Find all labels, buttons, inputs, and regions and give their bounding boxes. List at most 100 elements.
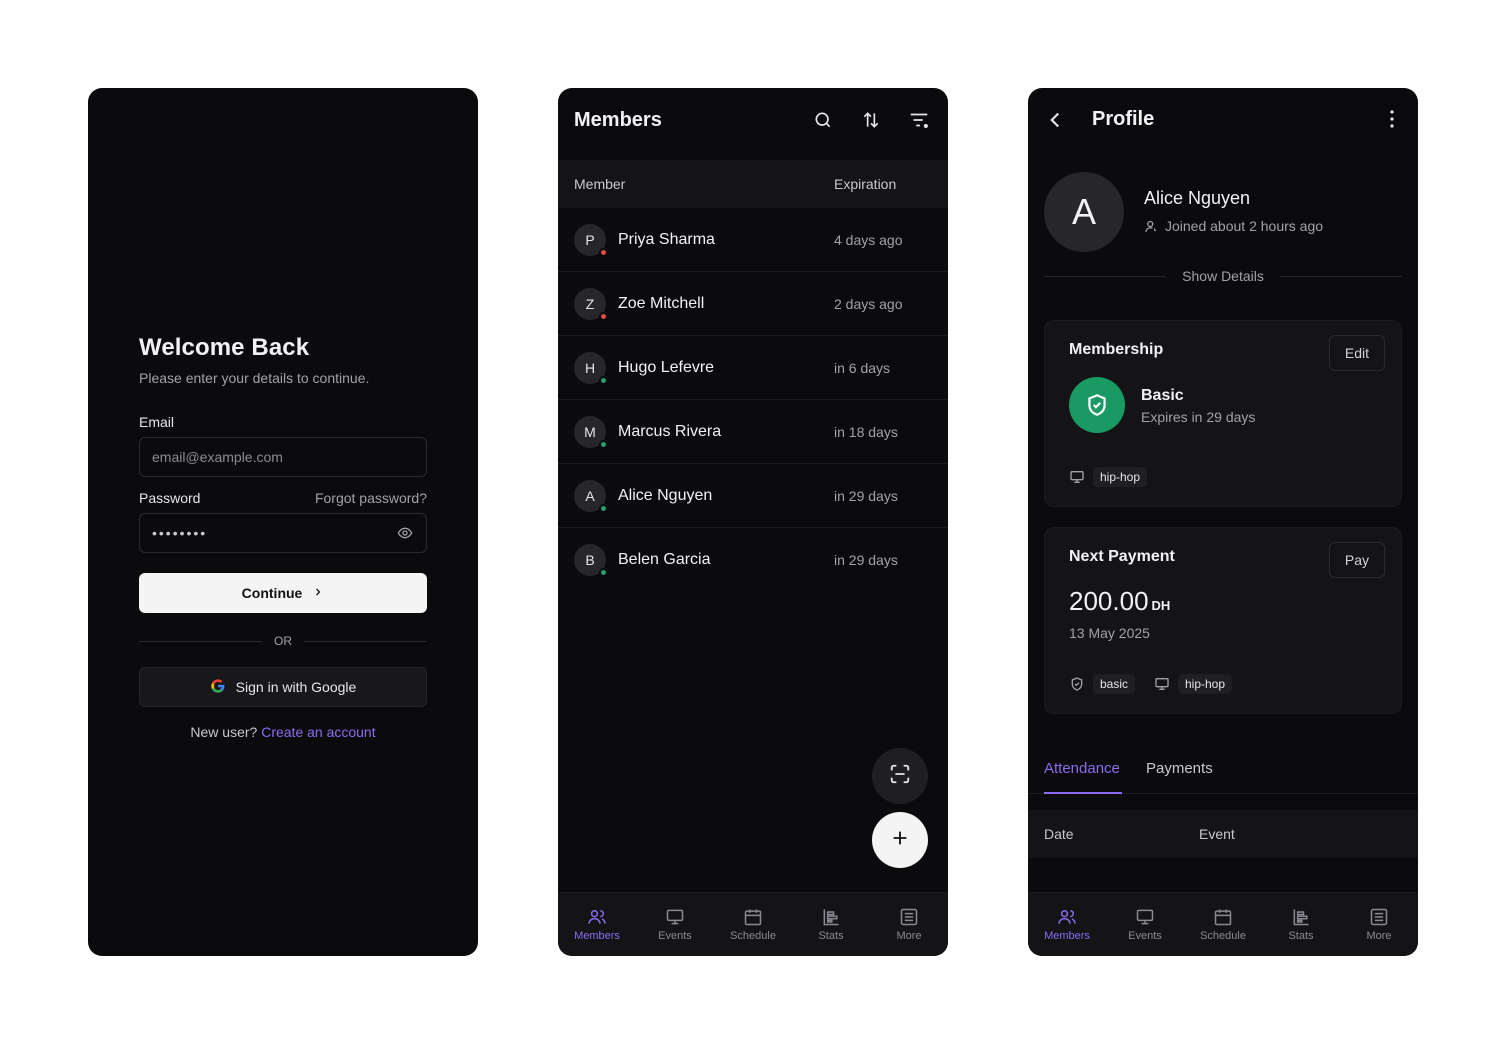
event-tag: hip-hop [1154,674,1233,694]
create-account-link[interactable]: Create an account [261,724,375,740]
add-member-button[interactable] [872,812,928,868]
table-row[interactable]: Z Zoe Mitchell 2 days ago [558,272,948,336]
nav-label: Members [574,930,620,942]
joined-info: Joined about 2 hours ago [1144,218,1323,234]
nav-more[interactable]: More [870,893,948,956]
nav-events[interactable]: Events [636,893,714,956]
profile-name: Alice Nguyen [1144,188,1251,208]
payment-currency: DH [1151,598,1171,613]
users-icon [1058,910,1076,924]
table-row[interactable]: M Marcus Rivera in 18 days [558,400,948,464]
event-tag-label: hip-hop [1093,467,1148,487]
column-member[interactable]: Member [574,176,625,192]
calendar-icon [1214,909,1232,926]
nav-schedule[interactable]: Schedule [1184,893,1262,956]
active-tab-indicator [1044,792,1122,794]
shield-icon [1071,677,1083,691]
calendar-icon [744,909,762,926]
nav-stats[interactable]: Stats [792,893,870,956]
sort-icon[interactable] [858,107,884,133]
payment-card: Next Payment Pay 200.00 DH 13 May 2025 ba… [1044,527,1402,714]
monitor-icon [1155,678,1169,690]
forgot-password-link[interactable]: Forgot password? [315,490,427,506]
member-name: Priya Sharma [618,230,715,248]
column-date[interactable]: Date [1044,826,1074,842]
nav-members[interactable]: Members [1028,893,1106,956]
or-divider: OR [139,634,427,648]
table-row[interactable]: H Hugo Lefevre in 6 days [558,336,948,400]
nav-schedule[interactable]: Schedule [714,893,792,956]
email-placeholder: email@example.com [152,449,283,465]
status-dot [599,439,608,449]
table-row[interactable]: A Alice Nguyen in 29 days [558,464,948,528]
members-list: P Priya Sharma 4 days ago Z Zoe Mitchell… [558,208,948,592]
nav-label: More [1366,930,1392,942]
password-row: Password Forgot password? [139,490,427,506]
member-expiration: in 29 days [834,487,898,504]
google-signin-label: Sign in with Google [235,679,357,695]
edit-button[interactable]: Edit [1328,335,1385,371]
member-expiration: in 29 days [834,552,898,568]
members-table-header: Member Expiration [558,160,948,208]
filter-icon[interactable] [906,107,932,133]
column-event[interactable]: Event [1199,826,1235,842]
table-row[interactable]: P Priya Sharma 4 days ago [558,208,948,272]
list-icon [1370,908,1388,926]
google-icon [210,678,226,697]
password-field[interactable]: •••••••• [139,513,427,553]
plan-expiration: Expires in 29 days [1141,409,1256,425]
avatar: A [1044,172,1124,252]
status-dot [599,375,608,385]
google-signin-button[interactable]: Sign in with Google [139,667,427,707]
nav-label: Stats [818,930,844,942]
nav-stats[interactable]: Stats [1262,893,1340,956]
email-field[interactable]: email@example.com [139,437,427,477]
continue-label: Continue [241,585,303,601]
nav-members[interactable]: Members [558,893,636,956]
avatar: P [574,223,608,257]
login-subtitle: Please enter your details to continue. [139,370,370,386]
nav-events[interactable]: Events [1106,893,1184,956]
tab-payments[interactable]: Payments [1146,760,1213,777]
avatar: A [574,479,608,513]
nav-label: More [896,930,922,942]
back-icon[interactable] [1042,107,1068,138]
new-user-text: New user? [190,724,258,740]
eye-icon[interactable] [396,524,414,542]
monitor-icon [1070,471,1084,483]
continue-button[interactable]: Continue [139,573,427,613]
chevron-right-icon [312,585,324,601]
show-details-toggle[interactable]: Show Details [1044,268,1403,284]
search-icon[interactable] [810,107,836,133]
avatar: B [574,544,608,577]
list-icon [900,908,918,926]
payment-title: Next Payment [1069,548,1175,565]
users-icon [588,910,606,924]
login-title: Welcome Back [139,334,310,361]
avatar: H [574,351,608,385]
event-tag: hip-hop [1069,467,1148,487]
signup-prompt: New user? Create an account [139,724,427,740]
membership-card: Membership Edit Basic Expires in 29 days… [1044,320,1402,507]
member-expiration: in 6 days [834,359,891,376]
plan-tag-label: basic [1093,674,1136,694]
member-name: Marcus Rivera [618,422,722,440]
login-form: Welcome Back Please enter your details t… [139,334,427,740]
avatar: Z [574,287,608,321]
tab-attendance[interactable]: Attendance [1044,760,1120,777]
page-title: Members [574,108,662,131]
nav-more[interactable]: More [1340,893,1418,956]
avatar: M [574,415,608,449]
member-name: Zoe Mitchell [618,294,705,312]
email-label: Email [139,414,175,430]
payment-date: 13 May 2025 [1069,625,1150,641]
more-vertical-icon[interactable] [1380,107,1404,136]
column-expiration[interactable]: Expiration [834,176,896,192]
table-row[interactable]: B Belen Garcia in 29 days [558,528,948,592]
joined-text: Joined about 2 hours ago [1165,218,1324,234]
nav-label: Schedule [730,930,776,942]
page-title: Profile [1092,108,1155,130]
pay-button[interactable]: Pay [1328,542,1385,578]
scan-button[interactable] [872,748,928,804]
show-details-label: Show Details [1182,268,1264,284]
